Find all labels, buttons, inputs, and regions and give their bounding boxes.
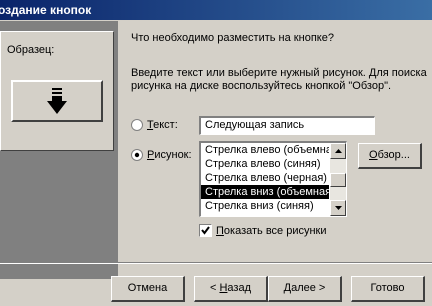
scroll-down-button[interactable]	[330, 200, 346, 216]
picture-radio[interactable]	[131, 149, 143, 161]
next-button[interactable]: Далее >	[268, 276, 342, 302]
list-scrollbar[interactable]	[330, 143, 346, 216]
check-icon	[201, 226, 210, 235]
scroll-down-icon	[334, 206, 342, 210]
list-item[interactable]: Стрелка влево (синяя)	[201, 157, 329, 171]
instruction-text: Введите текст или выберите нужный рисуно…	[131, 67, 427, 92]
question-text: Что необходимо разместить на кнопке?	[131, 32, 334, 44]
text-radio-label[interactable]: Текст:	[147, 119, 178, 131]
scroll-up-button[interactable]	[330, 143, 346, 159]
list-item[interactable]: Стрелка влево (объемная)	[201, 143, 329, 157]
list-item[interactable]: Стрелка вниз (синяя)	[201, 199, 329, 213]
picture-list: Стрелка влево (объемная) Стрелка влево (…	[201, 143, 329, 213]
cancel-button[interactable]: Отмена	[111, 276, 185, 302]
text-radio[interactable]	[131, 119, 143, 131]
list-item-selected[interactable]: Стрелка вниз (объемная)	[201, 185, 329, 199]
window-title: оздание кнопок	[0, 3, 92, 17]
down-arrow-icon	[47, 88, 67, 114]
separator	[0, 262, 432, 264]
preview-panel: Образец:	[0, 21, 118, 279]
picture-radio-label[interactable]: Рисунок:	[147, 149, 192, 161]
browse-button[interactable]: Обзор...	[358, 143, 422, 169]
show-all-checkbox[interactable]	[199, 224, 212, 237]
show-all-label[interactable]: Показать все рисунки	[216, 225, 327, 237]
list-item[interactable]: Стрелка влево (черная)	[201, 171, 329, 185]
picture-listbox[interactable]: Стрелка влево (объемная) Стрелка влево (…	[199, 141, 347, 217]
finish-button[interactable]: Готово	[351, 276, 425, 302]
back-button[interactable]: < Назад	[194, 276, 268, 302]
button-text-input[interactable]: Следующая запись	[199, 116, 375, 135]
scroll-thumb[interactable]	[330, 173, 346, 187]
scroll-up-icon	[334, 149, 342, 153]
sample-button-preview	[11, 80, 103, 122]
sample-box: Образец:	[0, 31, 114, 151]
sample-label: Образец:	[7, 44, 55, 56]
title-bar[interactable]: оздание кнопок	[0, 0, 432, 20]
